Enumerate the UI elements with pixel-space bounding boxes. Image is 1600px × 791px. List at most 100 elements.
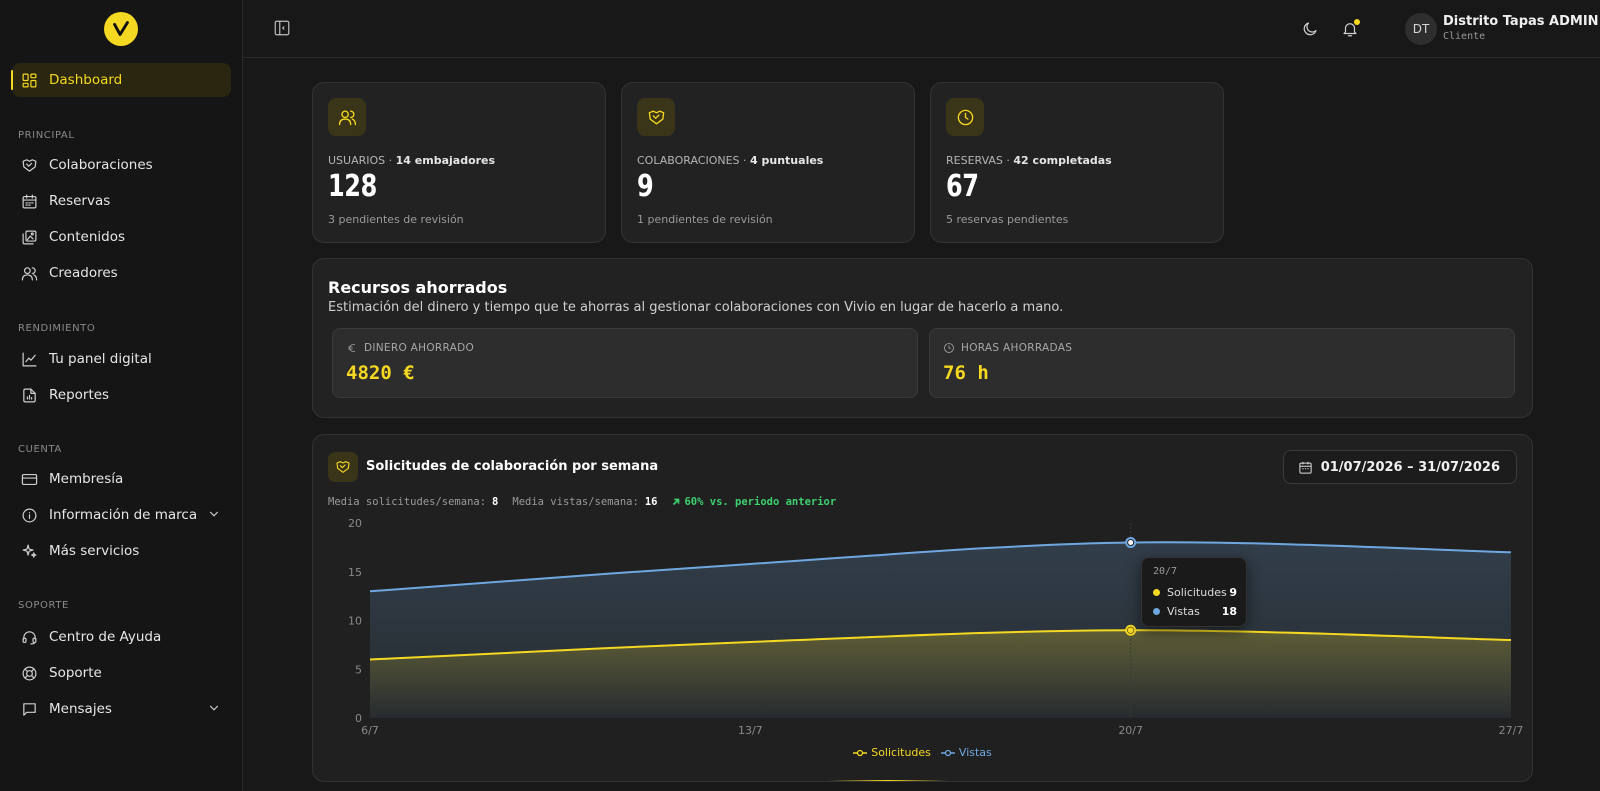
sidebar-item-label: Mensajes <box>49 701 112 717</box>
headset-icon <box>20 628 38 646</box>
handshake-icon <box>328 452 358 482</box>
legend-line-icon <box>940 749 955 756</box>
sidebar-toggle-icon[interactable] <box>273 19 293 39</box>
images-icon <box>20 228 38 246</box>
section-label-rendimiento: RENDIMIENTO <box>18 323 96 334</box>
date-range-label: 01/07/2026 – 31/07/2026 <box>1320 459 1500 475</box>
hours-saved-box: HORAS AHORRADAS 76 h <box>929 328 1515 398</box>
chart-tooltip: 20/7 Solicitudes 9 Vistas 18 <box>1141 557 1247 627</box>
sidebar-item-label: Reportes <box>49 387 110 403</box>
sidebar-item-contenidos[interactable]: Contenidos <box>12 220 231 254</box>
date-range-button[interactable]: 01/07/2026 – 31/07/2026 <box>1282 450 1517 484</box>
y-tick-label: 5 <box>355 663 362 676</box>
user-name[interactable]: Distrito Tapas ADMIN <box>1443 14 1599 29</box>
stat-label: RESERVAS · 42 completadas <box>946 154 1112 167</box>
sidebar-item-label: Colaboraciones <box>49 157 153 173</box>
sidebar-item-label: Dashboard <box>49 72 123 88</box>
data-point-fill-solicitudes <box>1127 627 1134 634</box>
top-header: DT Distrito Tapas ADMIN Cliente <box>243 0 1600 58</box>
chevron-down-icon[interactable] <box>207 701 221 715</box>
handshake-icon <box>20 156 38 174</box>
hours-saved-label: HORAS AHORRADAS <box>943 342 1072 354</box>
sidebar-item-dashboard[interactable]: Dashboard <box>11 63 231 97</box>
sidebar-item-reportes[interactable]: Reportes <box>12 378 231 412</box>
legend-line-icon <box>853 749 868 756</box>
money-saved-label: DINERO AHORRADO <box>346 342 474 354</box>
tooltip-row-solicitudes: Solicitudes 9 <box>1153 586 1237 599</box>
logo-v-icon <box>113 21 129 36</box>
sidebar-item-label: Reservas <box>49 193 111 209</box>
x-tick-label: 27/7 <box>1499 724 1524 737</box>
app-root: Dashboard PRINCIPAL Colaboraciones Reser… <box>0 0 1600 791</box>
sidebar-item-label: Creadores <box>49 265 118 281</box>
stat-sub: 1 pendientes de revisión <box>637 213 773 226</box>
y-tick-label: 20 <box>348 517 362 530</box>
vivio-logo[interactable] <box>104 12 138 46</box>
legend-item-solicitudes[interactable]: Solicitudes <box>853 746 931 759</box>
sidebar-item-label: Soporte <box>49 665 102 681</box>
money-saved-box: DINERO AHORRADO 4820 € <box>332 328 918 398</box>
user-role: Cliente <box>1443 31 1486 42</box>
tooltip-date: 20/7 <box>1153 566 1178 577</box>
savings-title: Recursos ahorrados <box>328 278 508 297</box>
avatar[interactable]: DT <box>1405 13 1437 45</box>
y-tick-label: 10 <box>348 615 362 628</box>
sidebar-item-label: Membresía <box>49 471 124 487</box>
clock-icon <box>946 98 984 136</box>
sidebar: Dashboard PRINCIPAL Colaboraciones Reser… <box>0 0 243 791</box>
sidebar-item-soporte[interactable]: Soporte <box>12 656 231 690</box>
legend-item-vistas[interactable]: Vistas <box>940 746 992 759</box>
sidebar-item-creadores[interactable]: Creadores <box>12 256 231 290</box>
savings-description: Estimación del dinero y tiempo que te ah… <box>328 300 1064 315</box>
calendar-icon <box>1299 461 1312 474</box>
notification-badge <box>1354 19 1360 25</box>
sidebar-item-reservas[interactable]: Reservas <box>12 184 231 218</box>
stat-value: 67 <box>946 169 979 204</box>
x-tick-label: 13/7 <box>738 724 763 737</box>
stat-sub: 5 reservas pendientes <box>946 213 1069 226</box>
money-saved-value: 4820 € <box>346 362 415 384</box>
sidebar-item-mensajes[interactable]: Mensajes <box>12 692 231 726</box>
sidebar-item-centro-ayuda[interactable]: Centro de Ayuda <box>12 620 231 654</box>
y-tick-label: 15 <box>348 566 362 579</box>
bell-icon[interactable] <box>1339 18 1361 40</box>
calendar-icon <box>20 192 38 210</box>
stat-value: 9 <box>637 169 654 204</box>
sidebar-item-label: Tu panel digital <box>49 351 152 367</box>
moon-icon[interactable] <box>1299 18 1321 40</box>
scroll-indicator <box>828 780 948 781</box>
stat-card-colaboraciones: COLABORACIONES · 4 puntuales 9 1 pendien… <box>621 82 915 243</box>
section-label-soporte: SOPORTE <box>18 600 69 611</box>
chart-card: Solicitudes de colaboración por semana 0… <box>312 434 1533 782</box>
data-point-fill-vistas <box>1128 540 1134 545</box>
chevron-down-icon[interactable] <box>207 507 221 521</box>
users-icon <box>20 264 38 282</box>
users-icon <box>328 98 366 136</box>
chart-title: Solicitudes de colaboración por semana <box>366 459 659 474</box>
sidebar-item-panel-digital[interactable]: Tu panel digital <box>12 342 231 376</box>
sidebar-item-membresia[interactable]: Membresía <box>12 462 231 496</box>
stat-value: 128 <box>328 169 377 204</box>
section-label-cuenta: CUENTA <box>18 444 62 455</box>
message-square-icon <box>20 700 38 718</box>
stat-sub: 3 pendientes de revisión <box>328 213 464 226</box>
section-label-principal: PRINCIPAL <box>18 130 75 141</box>
lifebuoy-icon <box>20 664 38 682</box>
sidebar-item-label: Centro de Ayuda <box>49 629 162 645</box>
stat-card-reservas: RESERVAS · 42 completadas 67 5 reservas … <box>930 82 1224 243</box>
savings-card: Recursos ahorrados Estimación del dinero… <box>312 258 1533 418</box>
report-file-icon <box>20 386 38 404</box>
sidebar-item-informacion-marca[interactable]: Información de marca <box>12 498 231 532</box>
credit-card-icon <box>20 470 38 488</box>
stat-card-usuarios: USUARIOS · 14 embajadores 128 3 pendient… <box>312 82 606 243</box>
clock-icon <box>944 343 954 353</box>
hours-saved-value: 76 h <box>943 362 989 384</box>
info-circle-icon <box>20 506 38 524</box>
sidebar-item-colaboraciones[interactable]: Colaboraciones <box>12 148 231 182</box>
x-tick-label: 20/7 <box>1118 724 1143 737</box>
sidebar-item-label: Más servicios <box>49 543 140 559</box>
stat-label: COLABORACIONES · 4 puntuales <box>637 154 824 167</box>
sidebar-item-mas-servicios[interactable]: Más servicios <box>12 534 231 568</box>
sidebar-item-label: Información de marca <box>49 507 198 523</box>
area-chart: 051015206/7 13/7 20/7 27/7 <box>348 517 1524 737</box>
